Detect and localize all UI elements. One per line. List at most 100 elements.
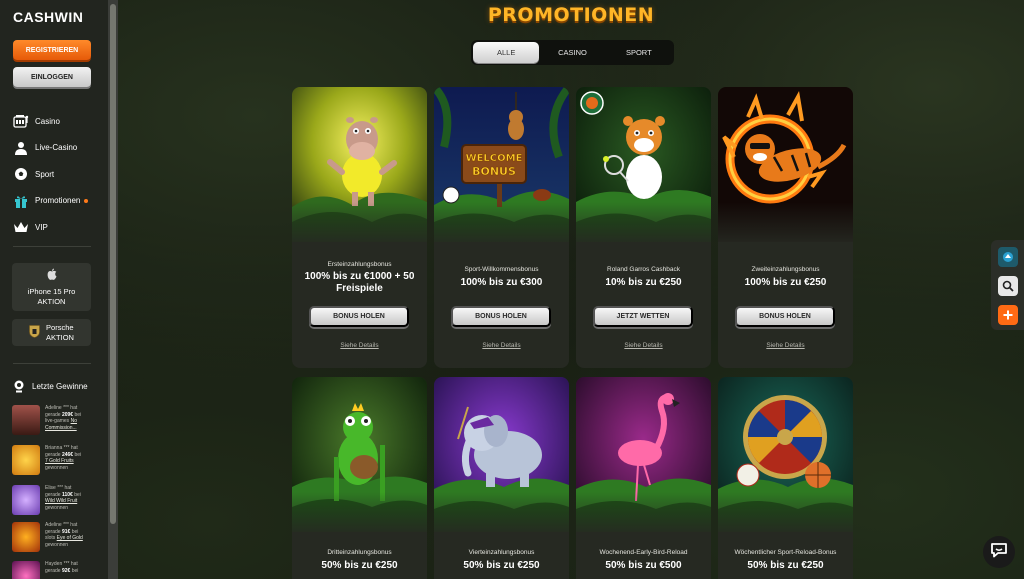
- nav-label: Live-Casino: [35, 143, 78, 153]
- art-fade: [576, 202, 711, 247]
- sidebar-divider: [13, 246, 91, 247]
- side-promo-title: Porsche: [46, 322, 74, 332]
- sidebar-divider: [13, 363, 91, 364]
- promo-card[interactable]: Ersteinzahlungsbonus 100% bis zu €1000 +…: [292, 87, 427, 368]
- side-promo-porsche[interactable]: Porsche AKTION: [12, 319, 91, 346]
- art-fade: [434, 202, 569, 247]
- promo-headline: 10% bis zu €250: [605, 277, 682, 288]
- side-promo-subtitle: AKTION: [46, 332, 74, 342]
- game-thumbnail: [12, 485, 40, 515]
- promo-card[interactable]: Zweiteinzahlungsbonus 100% bis zu €250 B…: [718, 87, 853, 368]
- welcome-sign-line2: BONUS: [472, 165, 516, 178]
- claim-bonus-button[interactable]: BONUS HOLEN: [735, 306, 835, 327]
- game-thumbnail: [12, 522, 40, 552]
- nav-label: Promotionen: [35, 196, 81, 206]
- side-promo-subtitle: AKTION: [37, 296, 66, 306]
- promo-card[interactable]: Wöchentlicher Sport-Reload-Bonus 50% bis…: [718, 377, 853, 579]
- gift-icon: [13, 193, 29, 209]
- nav-item-casino[interactable]: Casino: [13, 108, 103, 135]
- side-promo-title: iPhone 15 Pro: [27, 286, 76, 296]
- side-promo-iphone[interactable]: iPhone 15 Pro AKTION: [12, 263, 91, 311]
- tab-all[interactable]: ALLE: [473, 42, 540, 63]
- webcam-icon: [13, 380, 25, 393]
- soccer-ball-icon: [13, 166, 29, 182]
- sidebar-scrollbar[interactable]: [108, 0, 118, 579]
- nav-item-live-casino[interactable]: Live-Casino: [13, 135, 103, 162]
- winner-text: Adeline *** hat gerade 209€ bei live-gam…: [45, 405, 82, 431]
- slot-machine-icon: [13, 113, 29, 129]
- game-thumbnail: [12, 561, 40, 579]
- promo-category: Ersteinzahlungsbonus: [327, 261, 392, 268]
- promo-category: Zweiteinzahlungsbonus: [751, 266, 820, 273]
- welcome-sign-line1: WELCOME: [466, 153, 523, 164]
- porsche-crest-icon: [29, 324, 40, 341]
- promo-category: Dritteinzahlungsbonus: [327, 549, 392, 556]
- promo-category: Wochenend-Early-Bird-Reload: [599, 549, 688, 556]
- winner-text: Hayden *** hat gerade 92€ bei: [45, 561, 79, 574]
- art-fade: [292, 492, 427, 537]
- dealer-icon: [13, 140, 29, 156]
- crown-icon: [13, 219, 29, 235]
- winner-text: Adeline *** hat gerade 91€ bei slots Eye…: [45, 522, 83, 548]
- main-nav: Casino Live-Casino Sport Promotionen VIP: [13, 108, 103, 241]
- chat-icon: [990, 542, 1008, 563]
- nav-label: Casino: [35, 116, 60, 126]
- promo-category: Vierteinzahlungsbonus: [468, 549, 535, 556]
- bet-now-button[interactable]: JETZT WETTEN: [593, 306, 693, 327]
- page-title: PROMOTIONEN: [487, 4, 655, 26]
- claim-bonus-button[interactable]: BONUS HOLEN: [451, 306, 551, 327]
- winner-item[interactable]: Elise *** hat gerade 110€ bei Wild Wild …: [12, 485, 97, 517]
- art-fade: [434, 492, 569, 537]
- promo-category: Roland Garros Cashback: [607, 266, 680, 273]
- promo-card[interactable]: Wochenend-Early-Bird-Reload 50% bis zu €…: [576, 377, 711, 579]
- see-details-link[interactable]: Siehe Details: [576, 342, 711, 349]
- winner-text: Brianna *** hat gerade 246€ bei 7 Gold F…: [45, 445, 82, 471]
- plus-icon[interactable]: [998, 305, 1018, 325]
- tab-casino[interactable]: CASINO: [539, 42, 605, 63]
- promo-card[interactable]: Roland Garros Cashback 10% bis zu €250 J…: [576, 87, 711, 368]
- brand-logo[interactable]: CASHWIN: [13, 9, 83, 25]
- sidebar: CASHWIN REGISTRIEREN EINLOGGEN Casino Li…: [0, 0, 108, 579]
- winner-text: Elise *** hat gerade 110€ bei Wild Wild …: [45, 485, 81, 511]
- promo-category: Sport-Willkommensbonus: [464, 266, 539, 273]
- winner-item[interactable]: Brianna *** hat gerade 246€ bei 7 Gold F…: [12, 445, 97, 477]
- promo-headline: 100% bis zu €1000 + 50 Freispiele: [304, 271, 415, 294]
- art-fade: [576, 492, 711, 537]
- nav-item-vip[interactable]: VIP: [13, 214, 103, 241]
- winner-item[interactable]: Adeline *** hat gerade 209€ bei live-gam…: [12, 405, 97, 437]
- promo-headline: 50% bis zu €250: [321, 560, 398, 571]
- promo-card[interactable]: Dritteinzahlungsbonus 50% bis zu €250: [292, 377, 427, 579]
- nav-item-promotions[interactable]: Promotionen: [13, 188, 103, 215]
- see-details-link[interactable]: Siehe Details: [718, 342, 853, 349]
- promo-headline: 50% bis zu €250: [747, 560, 824, 571]
- game-thumbnail: [12, 405, 40, 435]
- winner-item[interactable]: Adeline *** hat gerade 91€ bei slots Eye…: [12, 522, 97, 554]
- art-fade: [718, 492, 853, 537]
- nav-label: Sport: [35, 169, 55, 179]
- winner-item[interactable]: Hayden *** hat gerade 92€ bei: [12, 561, 97, 579]
- see-details-link[interactable]: Siehe Details: [434, 342, 569, 349]
- promo-category: Wöchentlicher Sport-Reload-Bonus: [734, 549, 837, 556]
- login-button[interactable]: EINLOGGEN: [13, 67, 91, 87]
- register-button[interactable]: REGISTRIEREN: [13, 40, 91, 60]
- promo-filter-tabs: ALLE CASINO SPORT: [471, 40, 674, 65]
- nav-label: VIP: [35, 222, 48, 232]
- see-details-link[interactable]: Siehe Details: [292, 342, 427, 349]
- recent-wins-header: Letzte Gewinne: [13, 380, 88, 393]
- game-thumbnail: [12, 445, 40, 475]
- main-content: PROMOTIONEN ALLE CASINO SPORT Ersteinzah…: [118, 0, 1024, 579]
- recent-wins-title: Letzte Gewinne: [32, 381, 88, 391]
- app-icon[interactable]: [998, 247, 1018, 267]
- promo-headline: 100% bis zu €250: [744, 277, 827, 288]
- chat-button[interactable]: [983, 536, 1015, 568]
- search-icon[interactable]: [998, 276, 1018, 296]
- art-fade: [718, 202, 853, 247]
- notification-dot: [84, 198, 89, 203]
- art-fade: [292, 202, 427, 247]
- claim-bonus-button[interactable]: BONUS HOLEN: [309, 306, 409, 327]
- promo-card[interactable]: WELCOME BONUS Sport-Willkommensbonus 100…: [434, 87, 569, 368]
- nav-item-sport[interactable]: Sport: [13, 161, 103, 188]
- tab-sport[interactable]: SPORT: [606, 42, 672, 63]
- scrollbar-thumb[interactable]: [110, 4, 116, 524]
- promo-card[interactable]: Vierteinzahlungsbonus 50% bis zu €250: [434, 377, 569, 579]
